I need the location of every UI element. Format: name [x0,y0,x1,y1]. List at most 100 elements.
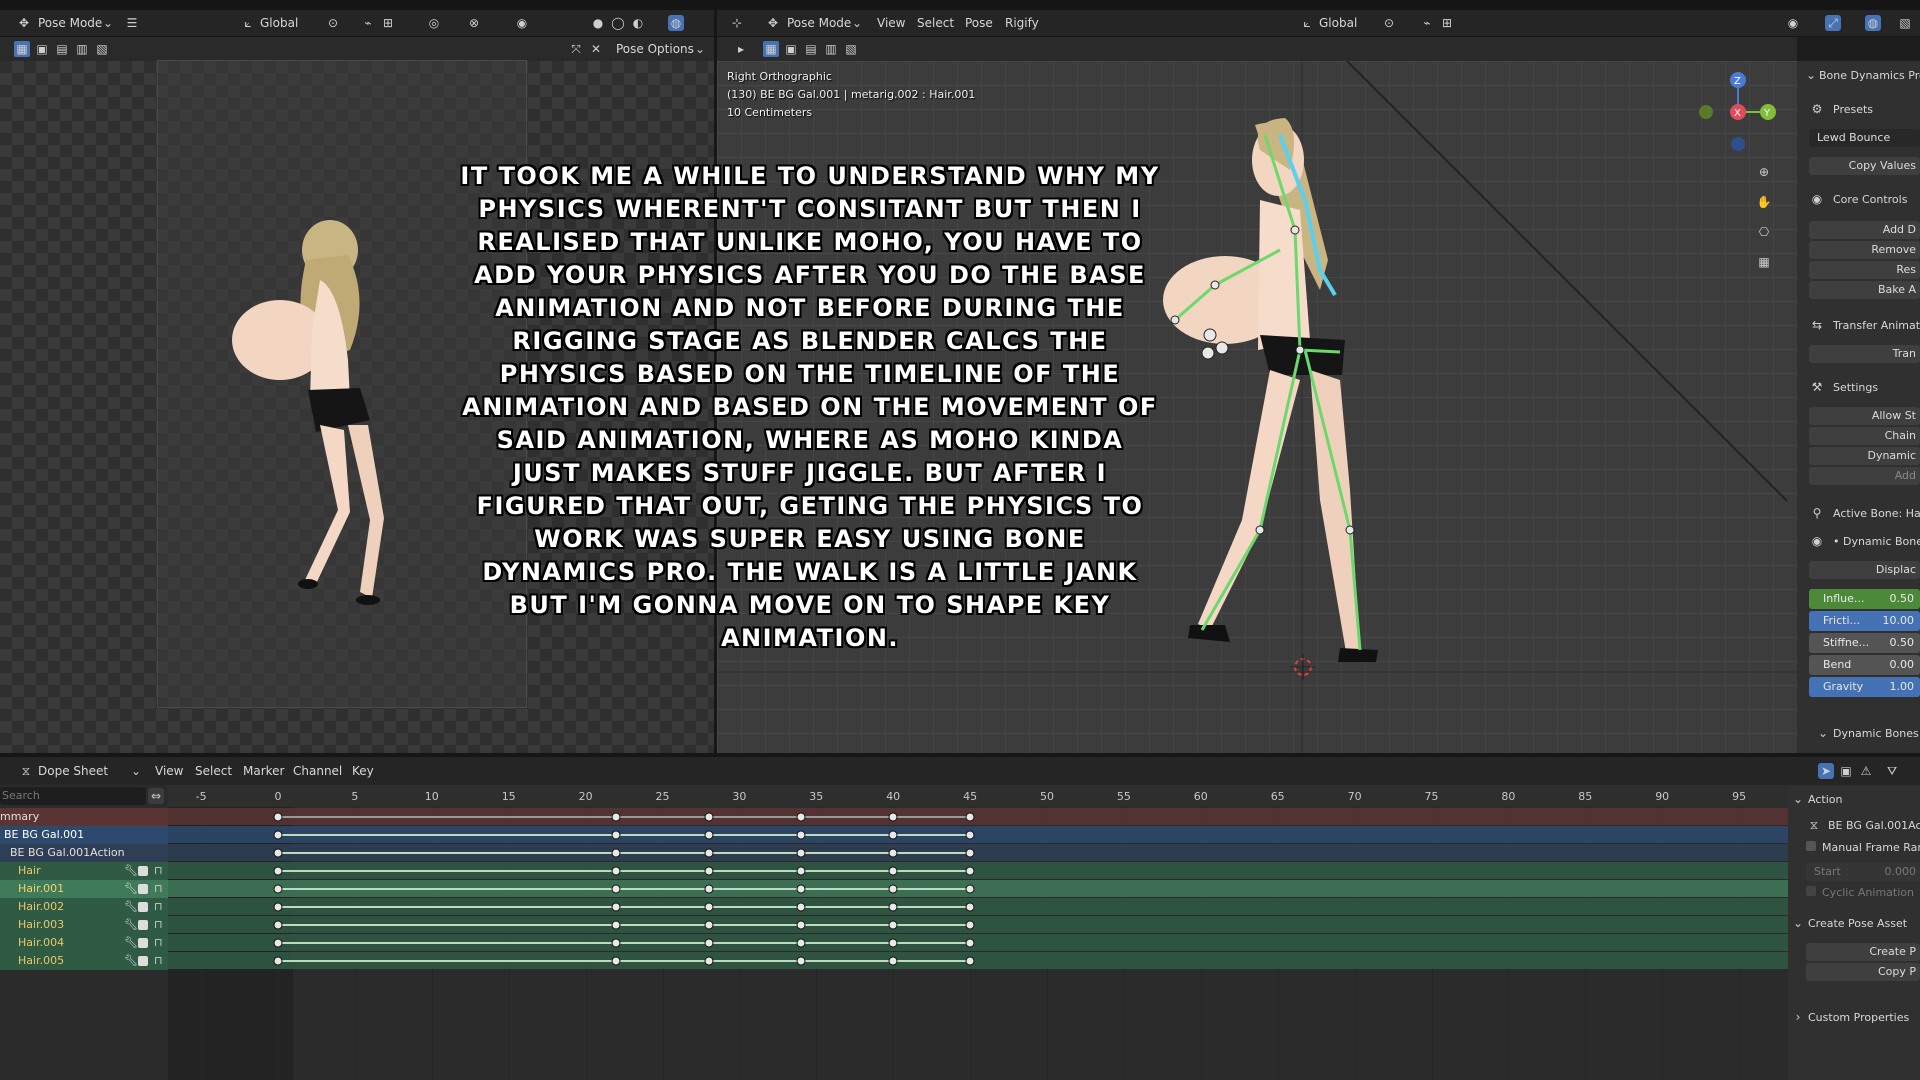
keyframe[interactable] [796,866,806,876]
lock-icon[interactable]: ⊓ [154,916,163,934]
transform-icon[interactable]: ⤧ [568,41,584,57]
ds-menu-view[interactable]: View [155,762,183,780]
keyframe[interactable] [611,902,621,912]
modifier-icon[interactable]: 🔧︎ [124,880,138,898]
keyframe[interactable] [888,902,898,912]
right-orientation-dropdown[interactable]: Global [1319,14,1357,32]
channel-row[interactable]: Hair.003 🔧︎ ⊓ [0,916,168,934]
channel-search[interactable]: Search [0,787,146,805]
keyframe[interactable] [965,812,975,822]
copy-pose-button[interactable]: Copy P [1806,963,1920,981]
keyframe[interactable] [611,830,621,840]
keyframe[interactable] [273,884,283,894]
pan-hand-icon[interactable]: ✋ [1756,194,1772,210]
keyframe[interactable] [273,902,283,912]
show-hidden-icon[interactable]: ▣ [1838,763,1854,779]
chevron-down-icon[interactable]: ⌄ [1790,915,1806,931]
keyframe[interactable] [965,902,975,912]
ds-menu-select[interactable]: Select [195,762,232,780]
shading-wire-icon[interactable]: ◯ [610,15,626,31]
overlay-icon[interactable]: ◍ [1865,15,1881,31]
select-subtract-icon[interactable]: ▤ [803,41,819,57]
keyframe[interactable] [796,830,806,840]
right-mode-dropdown[interactable]: Pose Mode [787,14,851,32]
keyframe[interactable] [273,920,283,930]
select-invert-icon[interactable]: ▥ [74,41,90,57]
channel-checkbox[interactable] [138,902,148,912]
snap-icon[interactable]: ⌁ [360,15,376,31]
keyframe[interactable] [611,848,621,858]
slider-influe[interactable]: Influe... 0.50 [1809,589,1920,609]
keyframe[interactable] [965,956,975,966]
preset-dropdown[interactable]: Lewd Bounce [1809,129,1920,147]
channel-row[interactable]: Hair.005 🔧︎ ⊓ [0,952,168,970]
slider-gravity[interactable]: Gravity 1.00 [1809,677,1920,697]
channel-row[interactable]: Hair.002 🔧︎ ⊓ [0,898,168,916]
ortho-grid-icon[interactable]: ▦ [1756,254,1772,270]
keyframe[interactable] [965,938,975,948]
lock-icon[interactable]: ⊓ [154,952,163,970]
keyframe[interactable] [796,902,806,912]
keyframe[interactable] [796,884,806,894]
keyframe[interactable] [273,812,283,822]
keyframe[interactable] [704,848,714,858]
keyframe[interactable] [273,956,283,966]
snap-target-icon[interactable]: ⊞ [1439,15,1455,31]
editor-type-icon[interactable]: ⊹ [729,15,745,31]
keyframe[interactable] [888,830,898,840]
left-orientation-dropdown[interactable]: Global [260,14,298,32]
displace-button[interactable]: Displac [1809,561,1920,579]
keyframe[interactable] [888,848,898,858]
dynamic-button[interactable]: Dynamic [1809,447,1920,465]
shading-rendered-icon[interactable]: ◍ [668,15,684,31]
menu-view[interactable]: View [877,14,905,32]
keyframe[interactable] [888,812,898,822]
chevron-down-icon[interactable]: ⌄ [1803,67,1819,83]
keyframe[interactable] [888,956,898,966]
select-invert-icon[interactable]: ▥ [823,41,839,57]
keyframe[interactable] [965,866,975,876]
channel-checkbox[interactable] [138,920,148,930]
gizmo-icon[interactable]: ⤢ [1825,15,1841,31]
channel-checkbox[interactable] [138,956,148,966]
keyframe[interactable] [704,902,714,912]
copy-values-button[interactable]: Copy Values [1809,157,1920,175]
menu-icon[interactable]: ☰ [124,15,140,31]
keyframe[interactable] [704,812,714,822]
select-subtract-icon[interactable]: ▤ [54,41,70,57]
keyframe[interactable] [611,956,621,966]
shading-material-icon[interactable]: ◐ [630,15,646,31]
keyframe[interactable] [611,812,621,822]
modifier-icon[interactable]: 🔧︎ [124,934,138,952]
channel-checkbox[interactable] [138,938,148,948]
x-mirror-icon[interactable]: ✕ [588,41,604,57]
channel-row[interactable]: Hair.001 🔧︎ ⊓ [0,880,168,898]
channel-checkbox[interactable] [138,884,148,894]
select-intersect-icon[interactable]: ▧ [843,41,859,57]
select-mode-icon[interactable]: ▦ [763,41,779,57]
channel-row[interactable]: mmary [0,808,168,826]
swap-icon[interactable]: ⇔ [148,788,164,804]
keyframe[interactable] [888,866,898,876]
camera-view-icon[interactable]: ⎔ [1756,224,1772,240]
select-extend-icon[interactable]: ▣ [783,41,799,57]
menu-rigify[interactable]: Rigify [1005,14,1039,32]
keyframe[interactable] [888,920,898,930]
channel-row[interactable]: BE BG Gal.001 [0,826,168,844]
menu-select[interactable]: Select [917,14,954,32]
left-mode-dropdown[interactable]: Pose Mode [38,14,102,32]
keyframe[interactable] [273,866,283,876]
keyframe[interactable] [796,938,806,948]
modifier-icon[interactable]: 🔧︎ [124,916,138,934]
chevron-down-icon[interactable]: ⌄ [1815,725,1831,741]
cursor-tool-icon[interactable]: ▸ [733,41,749,57]
keyframe[interactable] [273,938,283,948]
action-name[interactable]: BE BG Gal.001Ac [1828,819,1920,832]
errors-icon[interactable]: ⚠ [1858,763,1874,779]
remove-button[interactable]: Remove [1809,241,1920,259]
keyframe[interactable] [965,830,975,840]
keyframe[interactable] [796,848,806,858]
chevron-down-icon[interactable]: ⌄ [1790,791,1806,807]
keyframe[interactable] [704,884,714,894]
ds-menu-channel[interactable]: Channel [293,762,342,780]
